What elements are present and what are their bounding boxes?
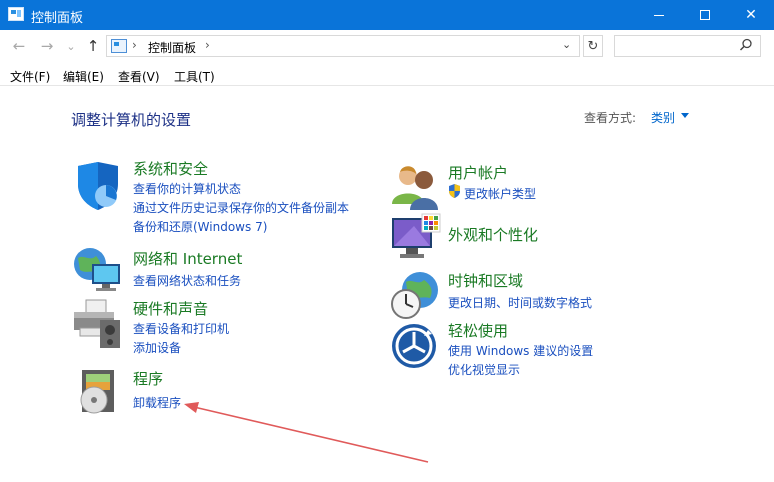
menu-tools[interactable]: 工具(T): [174, 68, 215, 85]
menu-edit[interactable]: 编辑(E): [63, 68, 104, 85]
page-title: 调整计算机的设置: [71, 111, 192, 129]
category-ease-of-access-title[interactable]: 轻松使用: [448, 320, 508, 341]
forward-button[interactable]: →: [38, 37, 56, 55]
link-file-history[interactable]: 通过文件历史记录保存你的文件备份副本: [133, 199, 349, 216]
link-change-account-type[interactable]: 更改帐户类型: [464, 185, 536, 202]
network-globe-icon[interactable]: [72, 244, 124, 296]
forward-arrow-icon: →: [40, 37, 54, 55]
breadcrumb-separator[interactable]: ›: [205, 38, 210, 52]
close-button[interactable]: ✕: [728, 0, 774, 30]
breadcrumb-control-panel[interactable]: 控制面板: [148, 39, 196, 56]
breadcrumb-separator[interactable]: ›: [132, 38, 137, 52]
link-backup-restore[interactable]: 备份和还原(Windows 7): [133, 218, 267, 235]
close-icon: ✕: [745, 7, 757, 23]
view-by-label: 查看方式:: [584, 111, 637, 125]
category-hardware-sound-title[interactable]: 硬件和声音: [133, 298, 208, 319]
programs-disc-icon[interactable]: [74, 366, 126, 418]
link-network-status[interactable]: 查看网络状态和任务: [133, 272, 241, 289]
link-windows-recommended-settings[interactable]: 使用 Windows 建议的设置: [448, 342, 593, 359]
category-system-security-title[interactable]: 系统和安全: [133, 158, 208, 179]
recent-locations-button[interactable]: ⌄: [62, 37, 80, 55]
address-bar[interactable]: › 控制面板 › ⌄: [106, 35, 580, 57]
category-network-internet-title[interactable]: 网络和 Internet: [133, 248, 242, 269]
maximize-button[interactable]: [682, 0, 728, 30]
up-button[interactable]: ↑: [84, 37, 102, 55]
printer-icon[interactable]: [72, 298, 124, 350]
link-uninstall-program[interactable]: 卸载程序: [133, 394, 181, 411]
window-title: 控制面板: [31, 11, 84, 26]
ease-of-access-icon[interactable]: [390, 320, 442, 372]
back-arrow-icon: ←: [12, 37, 26, 55]
view-by-dropdown[interactable]: 类别: [651, 109, 675, 126]
maximize-icon: [700, 10, 710, 20]
menu-file[interactable]: 文件(F): [10, 68, 50, 85]
minimize-icon: [654, 14, 664, 16]
back-button[interactable]: ←: [10, 37, 28, 55]
link-view-computer-status[interactable]: 查看你的计算机状态: [133, 180, 241, 197]
category-programs-title[interactable]: 程序: [133, 368, 163, 389]
navigation-bar: ← → ⌄ ↑ › 控制面板 › ⌄ ↻: [0, 30, 774, 62]
minimize-button[interactable]: [636, 0, 682, 30]
refresh-icon: ↻: [587, 38, 599, 54]
chevron-down-icon: ⌄: [66, 39, 76, 53]
search-input[interactable]: [619, 36, 739, 56]
menu-bar: 文件(F) 编辑(E) 查看(V) 工具(T): [0, 62, 774, 86]
search-box[interactable]: [614, 35, 761, 57]
category-appearance-title[interactable]: 外观和个性化: [448, 224, 538, 245]
control-panel-icon: [8, 7, 24, 21]
category-clock-region-title[interactable]: 时钟和区域: [448, 270, 523, 291]
link-add-device[interactable]: 添加设备: [133, 339, 181, 356]
title-bar: 控制面板 ✕: [0, 0, 774, 30]
link-change-date-time-format[interactable]: 更改日期、时间或数字格式: [448, 294, 592, 311]
uac-shield-icon: [449, 184, 460, 198]
search-icon[interactable]: [739, 38, 753, 52]
address-dropdown-icon[interactable]: ⌄: [562, 38, 571, 51]
up-arrow-icon: ↑: [86, 37, 100, 55]
control-panel-location-icon: [111, 39, 127, 53]
view-by-caret-icon[interactable]: [681, 113, 689, 118]
clock-globe-icon[interactable]: [390, 270, 442, 322]
category-user-accounts-title[interactable]: 用户帐户: [448, 162, 508, 183]
menu-view[interactable]: 查看(V): [118, 68, 160, 85]
link-devices-printers[interactable]: 查看设备和打印机: [133, 320, 229, 337]
refresh-button[interactable]: ↻: [583, 35, 603, 57]
shield-icon[interactable]: [72, 160, 124, 212]
link-optimize-visual-display[interactable]: 优化视觉显示: [448, 361, 520, 378]
monitor-palette-icon[interactable]: [390, 212, 442, 264]
users-icon[interactable]: [390, 160, 442, 212]
